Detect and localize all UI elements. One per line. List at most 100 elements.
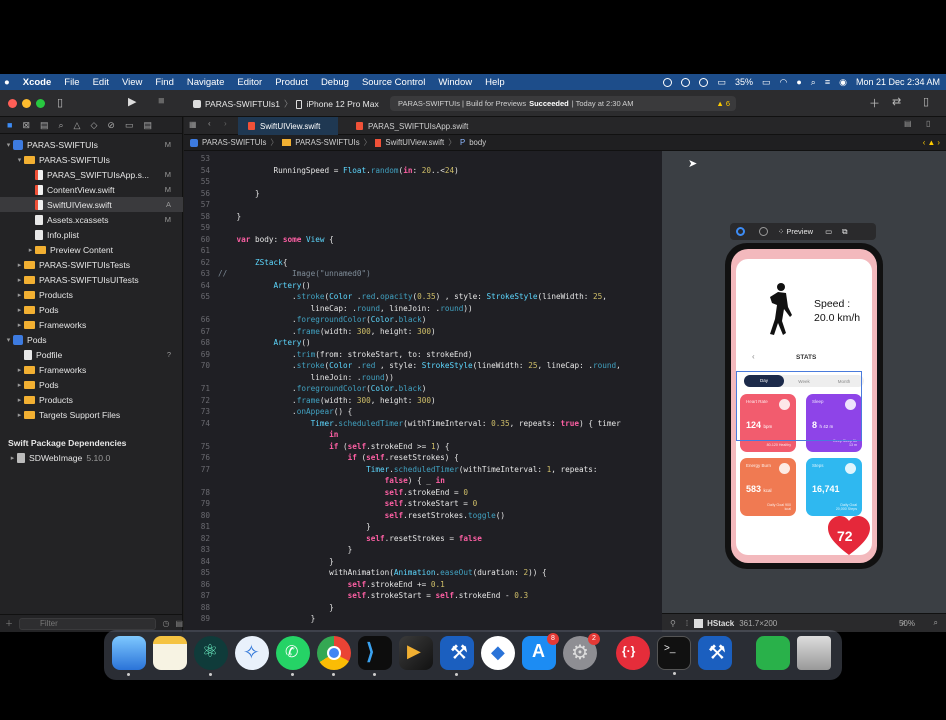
spm-item[interactable]: ▸ SDWebImage 5.10.0 — [0, 450, 183, 465]
inspect-icon[interactable] — [759, 227, 768, 236]
disclosure-icon[interactable]: ▾ — [15, 156, 24, 164]
report-icon[interactable]: ▤ — [143, 120, 152, 131]
user-icon[interactable]: ● — [796, 77, 801, 87]
tree-item[interactable]: ▸ PARAS-SWIFTUIsUITests — [0, 272, 183, 287]
pin-icon[interactable]: ⚲ — [670, 619, 676, 628]
tree-item[interactable]: ContentView.swift M — [0, 182, 183, 197]
close-button[interactable] — [8, 99, 17, 108]
tree-item[interactable]: ▾ PARAS-SWIFTUIs — [0, 152, 183, 167]
tree-item[interactable]: ▸ Pods — [0, 377, 183, 392]
disclosure-icon[interactable]: ▸ — [15, 381, 24, 389]
tree-item[interactable]: ▾ PARAS-SWIFTUIs M — [0, 137, 183, 152]
tree-item[interactable]: ▸ Frameworks — [0, 317, 183, 332]
menu-debug[interactable]: Debug — [321, 77, 349, 88]
disclosure-icon[interactable]: ▸ — [15, 291, 24, 299]
disclosure-icon[interactable]: ▾ — [4, 336, 13, 344]
menu-source-control[interactable]: Source Control — [362, 77, 425, 88]
tree-item[interactable]: ▸ Pods — [0, 302, 183, 317]
test-icon[interactable]: ◇ — [90, 120, 97, 131]
play-icon[interactable] — [681, 77, 691, 87]
breakpoint-icon[interactable]: ▭ — [125, 120, 134, 131]
xcode-dock-icon[interactable]: ⚒ — [440, 636, 474, 676]
tree-item[interactable]: Assets.xcassets M — [0, 212, 183, 227]
app-menu[interactable]: Xcode — [23, 77, 52, 88]
menu-product[interactable]: Product — [275, 77, 308, 88]
tree-item[interactable]: SwiftUIView.swift A — [0, 197, 183, 212]
notes-icon[interactable] — [153, 636, 187, 670]
duplicate-icon[interactable]: ⧉ — [842, 227, 847, 237]
scheme-selector[interactable]: PARAS-SWIFTUIs1 〉 iPhone 12 Pro Max — [193, 97, 379, 111]
tree-item[interactable]: ▾ Pods — [0, 332, 183, 347]
datetime[interactable]: Mon 21 Dec 2:34 AM — [856, 77, 940, 87]
control-center-icon[interactable]: ≡ — [825, 77, 830, 87]
disclosure-icon[interactable]: ▸ — [15, 396, 24, 404]
preview-button[interactable]: ⁘ Preview — [778, 227, 813, 236]
layout-icon[interactable]: ⁞ — [686, 619, 688, 628]
split-editor-icon[interactable]: ▯ — [926, 119, 930, 128]
zoom-button[interactable] — [36, 99, 45, 108]
disclosure-icon[interactable]: ▸ — [15, 366, 24, 374]
folder-icon[interactable]: ■ — [7, 120, 12, 130]
vscode-icon[interactable]: ⟩ — [358, 636, 392, 676]
finder-icon[interactable] — [112, 636, 146, 676]
tree-item[interactable]: Info.plist — [0, 227, 183, 242]
apple-menu-icon[interactable]: ● — [4, 77, 10, 88]
forward-icon[interactable]: › — [224, 119, 227, 128]
filter-input[interactable]: Filter — [19, 617, 157, 630]
grid-icon[interactable]: ▦ — [189, 120, 197, 129]
atom-icon[interactable]: ⚛ — [194, 636, 228, 676]
tree-item[interactable]: ▸ Frameworks — [0, 362, 183, 377]
code-editor[interactable]: 53 54 RunningSpeed = Float.random(in: 20.… — [184, 151, 662, 632]
whatsapp-icon[interactable]: ✆ — [276, 636, 310, 676]
menu-window[interactable]: Window — [438, 77, 472, 88]
safari-icon[interactable]: ✧ — [235, 636, 269, 670]
zoom-level[interactable]: 50% — [899, 619, 915, 628]
settings-icon[interactable]: ⚙ 2 — [563, 633, 600, 670]
filter-options-icon[interactable]: ▤ — [175, 619, 183, 628]
tree-item[interactable]: PARAS_SWIFTUIsApp.s... M — [0, 167, 183, 182]
symbol-icon[interactable]: ▤ — [40, 120, 49, 131]
find-icon[interactable]: ⌕ — [59, 120, 64, 131]
stop-button[interactable]: ■ — [158, 95, 165, 107]
add-icon[interactable]: ＋ — [869, 95, 880, 111]
tree-item[interactable]: ▸ Preview Content — [0, 242, 183, 257]
record-icon[interactable] — [663, 77, 673, 87]
menu-navigate[interactable]: Navigate — [187, 77, 225, 88]
chrome-icon[interactable] — [317, 636, 351, 676]
zoom-in-icon[interactable]: ⌕ — [934, 618, 938, 628]
xcode-secondary-icon[interactable]: ⚒ — [698, 636, 732, 670]
debug-icon[interactable]: ⊘ — [107, 120, 115, 131]
tree-item[interactable]: ▸ Targets Support Files — [0, 407, 183, 422]
tree-item[interactable]: ▸ Products — [0, 392, 183, 407]
tree-item[interactable]: Podfile? — [0, 347, 183, 362]
stat-card[interactable]: Energy Burn 583 kcal Daily Goal 900 kcal — [740, 458, 796, 516]
disclosure-icon[interactable]: ▾ — [4, 141, 13, 149]
back-chevron-icon[interactable]: ‹ — [752, 352, 755, 361]
menu-file[interactable]: File — [64, 77, 79, 88]
source-control-icon[interactable]: ⊠ — [22, 120, 30, 131]
siri-icon[interactable]: ◉ — [839, 77, 847, 88]
run-button[interactable]: ▶ — [128, 95, 136, 108]
disclosure-icon[interactable]: ▸ — [15, 276, 24, 284]
display-icon[interactable]: ▭ — [717, 77, 726, 88]
menu-edit[interactable]: Edit — [93, 77, 109, 88]
sidebar-toggle-icon[interactable]: ▯ — [57, 96, 63, 109]
menu-find[interactable]: Find — [155, 77, 173, 88]
disclosure-icon[interactable]: ▸ — [26, 246, 35, 254]
tab-app-swift[interactable]: PARAS_SWIFTUIsApp.swift — [346, 117, 478, 135]
downloads-folder-icon[interactable] — [756, 636, 790, 670]
battery-percent[interactable]: 35% — [735, 77, 753, 87]
wifi-icon[interactable]: ◠ — [779, 77, 787, 88]
live-preview-icon[interactable] — [736, 227, 745, 236]
app-store-icon[interactable]: A8 — [522, 633, 559, 670]
issue-nav-icon[interactable]: ‹ ▲ › — [923, 138, 940, 147]
disclosure-icon[interactable]: ▸ — [15, 306, 24, 314]
warning-count[interactable]: ▲ 6 — [716, 99, 730, 108]
jump-symbol[interactable]: body — [469, 138, 486, 147]
disclosure-icon[interactable]: ▸ — [15, 261, 24, 269]
tree-item[interactable]: ▸ PARAS-SWIFTUIsTests — [0, 257, 183, 272]
disclosure-icon[interactable]: ▸ — [15, 411, 24, 419]
back-icon[interactable]: ‹ — [208, 119, 211, 128]
menu-help[interactable]: Help — [485, 77, 505, 88]
tab-swiftuiview[interactable]: SwiftUIView.swift — [238, 117, 338, 135]
